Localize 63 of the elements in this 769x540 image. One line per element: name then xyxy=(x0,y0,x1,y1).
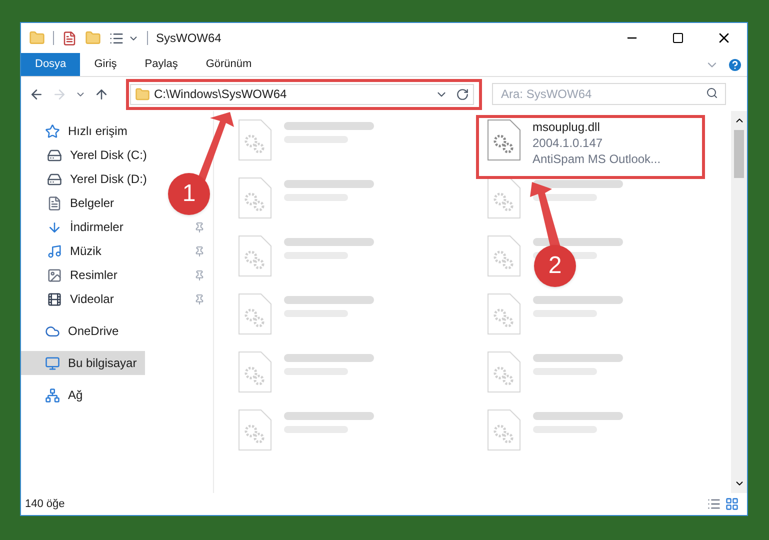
music-note-icon xyxy=(47,244,62,258)
network-icon xyxy=(45,388,60,402)
dll-file-icon xyxy=(238,119,272,161)
nav-item[interactable]: Bu bilgisayar xyxy=(21,351,145,375)
download-arrow-icon xyxy=(47,220,62,234)
dll-file-icon xyxy=(486,351,520,393)
scrollbar[interactable] xyxy=(731,111,747,493)
nav-item[interactable]: Yerel Disk (C:) xyxy=(21,143,155,167)
tiles-view-icon[interactable] xyxy=(725,497,739,511)
dll-file-icon xyxy=(238,293,272,335)
nav-item[interactable]: İndirmeler xyxy=(21,215,132,239)
nav-item[interactable]: OneDrive xyxy=(21,319,127,343)
nav-item[interactable]: Hızlı erişim xyxy=(21,119,136,143)
window-title: SysWOW64 xyxy=(156,30,222,47)
document-icon xyxy=(47,196,62,210)
dll-file-icon xyxy=(238,351,272,393)
back-icon[interactable] xyxy=(29,86,44,102)
dll-file-icon xyxy=(486,119,520,161)
search-field[interactable]: Ara: SysWOW64 xyxy=(492,83,726,105)
item-count: 140 öğe xyxy=(25,496,65,512)
details-view-icon[interactable] xyxy=(707,497,721,511)
pin-icon[interactable] xyxy=(194,222,205,232)
dll-file-icon xyxy=(238,177,272,219)
drive-icon xyxy=(47,172,62,186)
view-icon[interactable] xyxy=(109,30,124,46)
pin-icon[interactable] xyxy=(194,294,205,304)
pin-icon[interactable] xyxy=(194,246,205,256)
dll-file-icon xyxy=(486,177,520,219)
folder-icon xyxy=(135,86,150,102)
dll-file-icon xyxy=(486,409,520,451)
nav-item[interactable]: Müzik xyxy=(21,239,110,263)
properties-icon[interactable] xyxy=(62,30,77,46)
search-icon xyxy=(706,87,718,99)
file-detail: 2004.1.0.147 xyxy=(532,135,604,151)
star-icon xyxy=(45,124,60,138)
refresh-icon[interactable] xyxy=(456,88,469,100)
cloud-icon xyxy=(45,324,60,338)
file-name: msouplug.dll xyxy=(532,119,601,135)
scroll-thumb[interactable] xyxy=(734,130,744,178)
ribbon-tab[interactable]: Görünüm xyxy=(192,53,266,76)
picture-icon xyxy=(47,268,62,282)
film-icon xyxy=(47,292,62,306)
ribbon-tab[interactable]: Dosya xyxy=(21,53,80,76)
ribbon-tab[interactable]: Giriş xyxy=(80,53,131,76)
up-icon[interactable] xyxy=(94,86,109,102)
ribbon-tab[interactable]: Paylaş xyxy=(130,53,192,76)
nav-item[interactable]: Ağ xyxy=(21,383,91,407)
pin-icon[interactable] xyxy=(194,270,205,280)
monitor-icon xyxy=(45,356,60,370)
dll-file-icon xyxy=(238,235,272,277)
nav-item[interactable]: Yerel Disk (D:) xyxy=(21,167,155,191)
help-icon[interactable] xyxy=(727,56,743,72)
folder-icon xyxy=(29,30,45,46)
nav-item[interactable]: Resimler xyxy=(21,263,126,287)
address-bar[interactable]: C:\Windows\SysWOW64 xyxy=(130,84,474,104)
dll-file-icon xyxy=(486,235,520,277)
address-path: C:\Windows\SysWOW64 xyxy=(154,86,288,103)
maximize-icon xyxy=(672,32,684,44)
drive-icon xyxy=(47,148,62,162)
dll-file-icon xyxy=(486,293,520,335)
nav-item[interactable]: Videolar xyxy=(21,287,122,311)
nav-item[interactable]: Belgeler xyxy=(21,191,122,215)
dll-file-icon xyxy=(238,409,272,451)
